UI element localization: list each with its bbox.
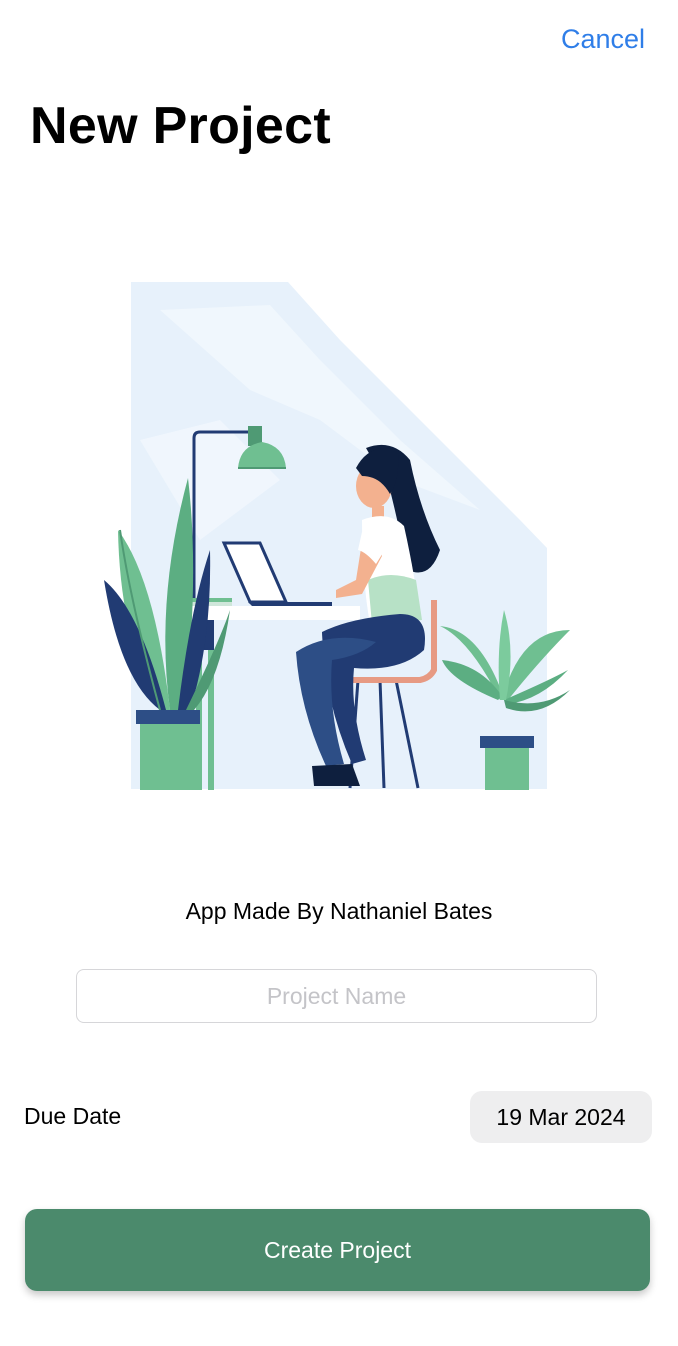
create-project-button[interactable]: Create Project [25,1209,650,1291]
app-credit-text: App Made By Nathaniel Bates [185,898,493,924]
project-name-input[interactable] [76,969,597,1023]
due-date-label: Due Date [24,1103,122,1129]
cancel-button[interactable]: Cancel [561,24,645,55]
modal-sheet: Cancel New Project App Made By Nathaniel… [0,0,678,1346]
workspace-illustration [104,282,570,790]
due-date-picker[interactable]: 19 Mar 2024 [470,1091,652,1143]
page-title: New Project [30,97,331,155]
